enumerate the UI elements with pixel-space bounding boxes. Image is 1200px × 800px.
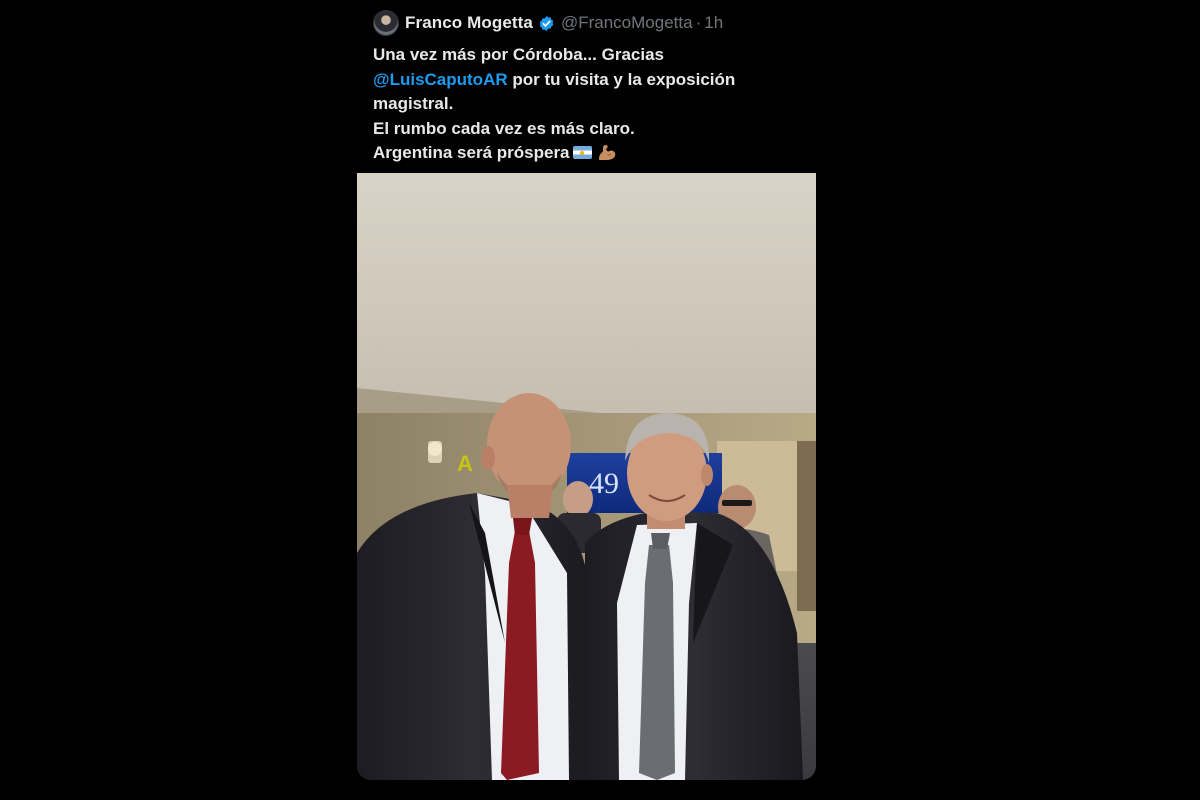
wall-sconce xyxy=(428,441,442,463)
argentina-flag-icon xyxy=(572,146,592,159)
right-man-tie-knot xyxy=(651,533,670,549)
flexed-biceps-icon xyxy=(596,142,618,162)
photo-scene: A 49 xyxy=(357,173,816,780)
header-separator: · xyxy=(695,13,702,32)
left-man-tie-knot xyxy=(513,518,532,535)
mention-link[interactable]: @LuisCaputoAR xyxy=(373,70,508,89)
tweet-text: Una vez más por Córdoba... Gracias @Luis… xyxy=(373,43,803,166)
left-man-neck xyxy=(507,485,553,518)
right-man-ear xyxy=(701,464,713,486)
tweet-header: Franco Mogetta @FrancoMogetta · 1h xyxy=(373,10,723,36)
verified-badge-icon xyxy=(538,15,555,32)
bg-person-glasses xyxy=(722,500,752,506)
blue-screen-text: 49 xyxy=(589,467,619,500)
screenshot-stage: Franco Mogetta @FrancoMogetta · 1h Una v… xyxy=(0,0,1200,800)
author-handle[interactable]: @FrancoMogetta xyxy=(561,13,693,33)
right-door-frame xyxy=(797,441,816,611)
tweet-timestamp[interactable]: 1h xyxy=(704,13,723,33)
tweet-text-line-3: magistral. xyxy=(373,94,454,113)
author-display-name[interactable]: Franco Mogetta xyxy=(405,13,533,33)
tweet-card[interactable]: Franco Mogetta @FrancoMogetta · 1h Una v… xyxy=(357,0,816,780)
tweet-text-line-2: @LuisCaputoAR por tu visita y la exposic… xyxy=(373,68,803,93)
bg-person-head-1 xyxy=(563,481,593,517)
tweet-text-line-2-rest: por tu visita y la exposición xyxy=(507,69,736,89)
tweet-text-line-1: Una vez más por Córdoba... Gracias xyxy=(373,45,664,64)
tweet-text-line-5: Argentina será próspera xyxy=(373,141,803,166)
tweet-text-line-5-text: Argentina será próspera xyxy=(373,143,570,162)
left-man-ear xyxy=(481,446,495,470)
tweet-text-line-4: El rumbo cada vez es más claro. xyxy=(373,118,635,138)
wall-sign-letter: A xyxy=(457,451,473,476)
author-avatar[interactable] xyxy=(373,10,399,36)
tweet-photo[interactable]: A 49 xyxy=(357,173,816,780)
